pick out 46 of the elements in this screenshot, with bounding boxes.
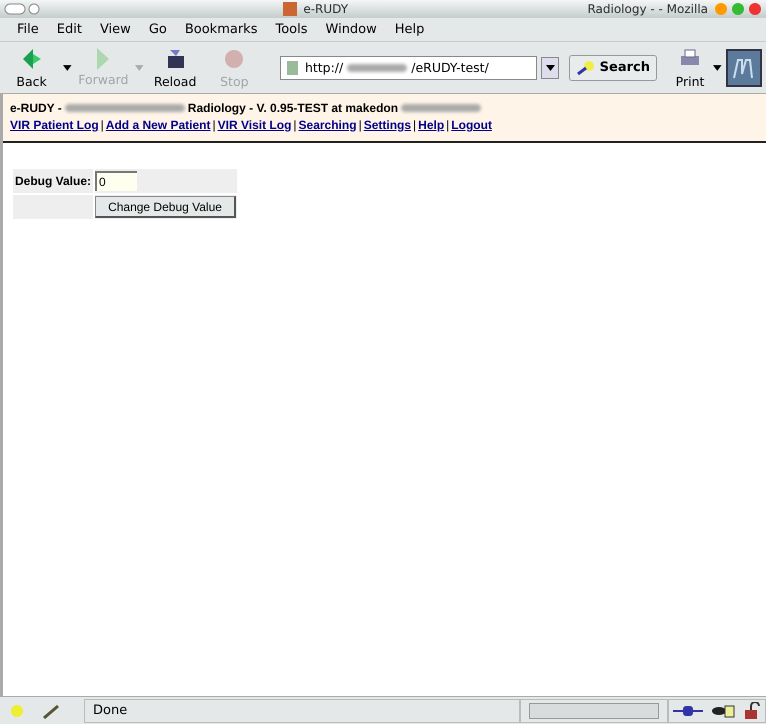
menu-item[interactable]: Window — [316, 20, 386, 39]
window-controls-icon — [714, 2, 762, 16]
forward-arrow-icon — [97, 48, 110, 70]
nav-link[interactable]: Logout — [451, 118, 492, 132]
menu-item[interactable]: Edit — [48, 20, 91, 39]
menu-item[interactable]: File — [8, 20, 48, 39]
nav-link[interactable]: Settings — [364, 118, 412, 132]
menu-item[interactable]: Bookmarks — [176, 20, 266, 39]
menu-item[interactable]: Go — [140, 20, 176, 39]
app-title: Radiology - V. 0.95-TEST at makedon — [188, 101, 398, 115]
window-title: e-RUDY — [303, 2, 348, 16]
plug-icon — [673, 704, 703, 718]
app-title: e-RUDY - — [10, 101, 62, 115]
nav-link[interactable]: Help — [418, 118, 444, 132]
nav-link[interactable]: VIR Patient Log — [10, 118, 99, 132]
menu-item[interactable]: Help — [386, 20, 434, 39]
link-separator: | — [212, 118, 216, 132]
nav-link[interactable]: Add a New Patient — [106, 118, 210, 132]
link-separator: | — [413, 118, 416, 132]
link-separator: | — [358, 118, 362, 132]
search-icon — [576, 60, 596, 76]
print-button[interactable]: Print — [670, 46, 710, 89]
padlock-icon — [743, 702, 761, 720]
nav-link[interactable]: VIR Visit Log — [218, 118, 292, 132]
debug-value-field[interactable]: 0 — [95, 171, 137, 191]
dropdown-arrow-icon[interactable] — [713, 64, 722, 70]
status-text: Done — [93, 703, 128, 718]
dropdown-arrow-icon[interactable] — [63, 64, 72, 70]
link-separator: | — [446, 118, 450, 132]
menu-item[interactable]: View — [90, 20, 140, 39]
dropdown-arrow-icon[interactable] — [546, 64, 555, 70]
change-debug-value-button[interactable]: Change Debug Value — [95, 196, 236, 218]
toolbar-button[interactable]: Reload — [148, 46, 203, 89]
dropdown-button[interactable] — [541, 56, 559, 78]
logo-icon — [726, 48, 762, 86]
link-separator: | — [100, 118, 104, 132]
redacted-text — [347, 64, 408, 72]
address-field[interactable]: http:// /eRUDY-test/ — [280, 56, 538, 80]
nav-link[interactable]: Searching — [298, 118, 357, 132]
menu-item[interactable]: Tools — [266, 20, 317, 39]
field-label: Debug Value: — [13, 169, 93, 193]
toolbar-button[interactable]: Back — [4, 46, 60, 89]
link-separator: | — [293, 118, 297, 132]
page-icon — [284, 60, 301, 76]
window-title: Radiology - - Mozilla — [587, 2, 708, 16]
search-button[interactable]: Search — [568, 54, 657, 80]
